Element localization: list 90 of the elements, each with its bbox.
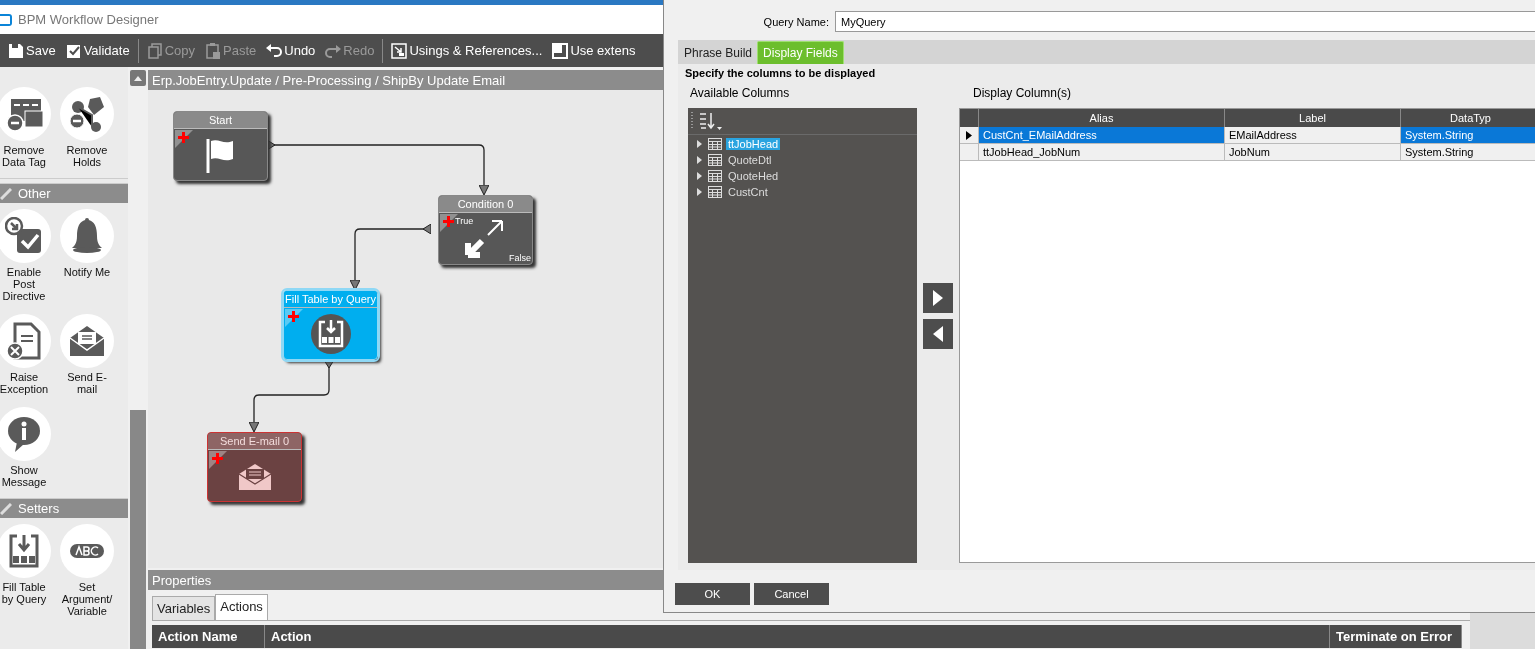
node-title: Send E-mail 0 bbox=[208, 433, 301, 450]
table-cell: System.String bbox=[1401, 127, 1535, 144]
workflow-node[interactable]: Start bbox=[173, 111, 268, 181]
column-header: Action Name bbox=[152, 625, 265, 648]
column-header: Action bbox=[265, 625, 1330, 648]
toolbar-button[interactable]: Undo bbox=[262, 39, 320, 62]
table-cell: JobNum bbox=[1225, 144, 1401, 161]
table-icon bbox=[708, 170, 722, 182]
table-cell: EMailAddress bbox=[1225, 127, 1401, 144]
palette-section-header[interactable]: Other bbox=[0, 183, 128, 203]
toolbar-separator bbox=[137, 38, 139, 63]
query-name-label: Query Name: bbox=[762, 15, 830, 28]
table-download-icon bbox=[308, 313, 353, 354]
check-arrow-icon bbox=[5, 217, 43, 255]
node-title: Start bbox=[174, 112, 267, 129]
toolbar-button[interactable]: Validate bbox=[61, 39, 134, 62]
toolbar-button[interactable]: Save bbox=[4, 39, 60, 62]
row-pointer-icon bbox=[966, 130, 972, 140]
tool-label: Show Message bbox=[0, 464, 48, 488]
scroll-up-button[interactable] bbox=[130, 70, 146, 86]
palette-tool[interactable] bbox=[0, 87, 51, 141]
tool-label: Fill Table by Query bbox=[0, 581, 48, 605]
tree-item[interactable]: QuoteDtl bbox=[726, 154, 774, 166]
tree-item[interactable]: CustCnt bbox=[726, 186, 770, 198]
tool-label: Notify Me bbox=[63, 266, 111, 278]
plus-icon bbox=[285, 309, 303, 327]
clipboard-icon bbox=[205, 42, 221, 59]
column-header: Label bbox=[1225, 109, 1401, 127]
tool-label: Remove Holds bbox=[65, 144, 109, 168]
row-selector[interactable] bbox=[960, 127, 979, 144]
column-header: Terminate on Error bbox=[1330, 625, 1462, 648]
tool-label: Set Argument/ Variable bbox=[60, 581, 114, 617]
column-header: Alias bbox=[979, 109, 1225, 127]
section-title: Setters bbox=[18, 501, 60, 516]
palette-tool[interactable] bbox=[0, 314, 51, 368]
table-icon bbox=[708, 186, 722, 198]
slash-icon bbox=[0, 502, 12, 515]
dialog-button[interactable]: OK bbox=[675, 583, 750, 605]
true-label: True bbox=[455, 216, 474, 226]
false-label: False bbox=[509, 253, 531, 263]
plus-icon bbox=[209, 451, 227, 469]
scrollbar-thumb[interactable] bbox=[130, 410, 146, 649]
table-cell: CustCnt_EMailAddress bbox=[979, 127, 1225, 144]
slash-icon bbox=[0, 187, 12, 200]
undo-icon bbox=[266, 42, 283, 59]
palette-tool[interactable] bbox=[0, 524, 51, 578]
workflow-node[interactable]: Condition 0 True False bbox=[438, 195, 533, 265]
tool-label: Raise Exception bbox=[0, 371, 50, 395]
remove-column-button[interactable] bbox=[923, 318, 953, 349]
dialog-tab[interactable]: Phrase Build bbox=[679, 42, 758, 64]
section-title: Other bbox=[18, 186, 51, 201]
tag-minus-icon bbox=[68, 95, 106, 133]
tool-label: Enable Post Directive bbox=[1, 266, 47, 302]
palette-tool[interactable] bbox=[0, 407, 51, 461]
tool-label: Send E-mail bbox=[66, 371, 108, 395]
app-icon bbox=[0, 13, 12, 26]
copy-icon bbox=[146, 42, 163, 59]
node-title: Condition 0 bbox=[439, 196, 532, 213]
tree-item[interactable]: QuoteHed bbox=[726, 170, 781, 182]
table-icon bbox=[708, 138, 722, 150]
toolbar-button[interactable]: Use extens bbox=[548, 39, 640, 62]
add-column-button[interactable] bbox=[923, 282, 953, 313]
document-x-icon bbox=[5, 322, 43, 360]
workflow-node[interactable]: Send E-mail 0 bbox=[207, 432, 302, 502]
checkbox-icon bbox=[65, 42, 82, 59]
info-bubble-icon bbox=[5, 415, 43, 453]
table-cell: System.String bbox=[1401, 144, 1535, 161]
window-icon bbox=[552, 42, 569, 59]
toolbar-separator bbox=[382, 38, 384, 63]
palette-section-header[interactable]: Setters bbox=[0, 498, 128, 518]
save-icon bbox=[8, 42, 24, 59]
window-title: BPM Workflow Designer bbox=[18, 12, 159, 27]
properties-tab[interactable]: Variables bbox=[152, 596, 216, 620]
sort-icon bbox=[698, 111, 724, 131]
column-header: DataTyp bbox=[1401, 109, 1535, 127]
properties-tab[interactable]: Actions bbox=[215, 594, 268, 620]
plus-icon bbox=[175, 130, 193, 148]
query-name-field[interactable]: MyQuery bbox=[835, 11, 1535, 32]
redo-icon bbox=[325, 42, 342, 59]
table-cell: ttJobHead_JobNum bbox=[979, 144, 1225, 161]
toolbar-button[interactable]: Usings & References... bbox=[387, 39, 547, 62]
header-corner bbox=[960, 109, 979, 127]
tool-label: Remove Data Tag bbox=[1, 144, 47, 168]
left-triangle-icon bbox=[931, 324, 945, 343]
grip-icon bbox=[691, 111, 694, 131]
right-triangle-icon bbox=[931, 288, 945, 307]
node-title: Fill Table by Query bbox=[284, 291, 377, 308]
dialog-button[interactable]: Cancel bbox=[754, 583, 829, 605]
palette-tool[interactable] bbox=[0, 209, 51, 263]
table-icon bbox=[708, 154, 722, 166]
